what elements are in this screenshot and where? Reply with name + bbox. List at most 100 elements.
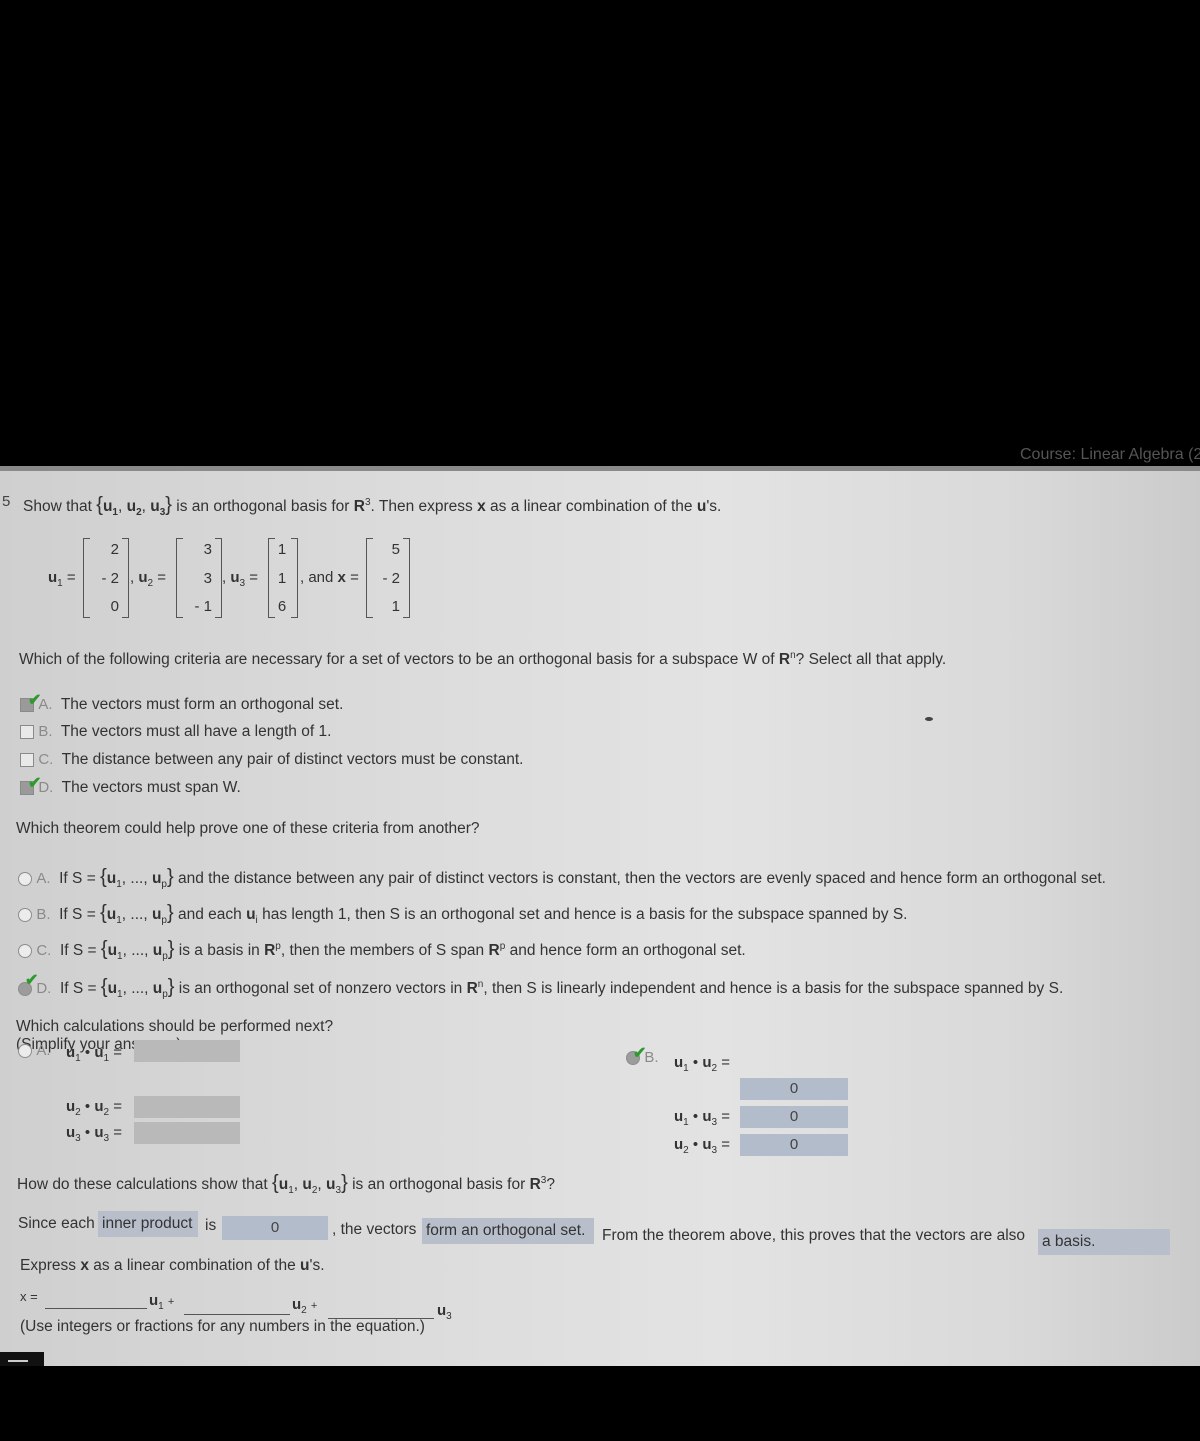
u2-entry: 3 bbox=[203, 541, 212, 558]
set-prefix: If S = bbox=[59, 870, 96, 887]
u1-dot-u2-answer[interactable]: 0 bbox=[740, 1078, 848, 1100]
prompt-text: 's. bbox=[706, 498, 722, 515]
u2-vector: 3 3 - 1 bbox=[176, 538, 222, 618]
radio-c[interactable] bbox=[18, 943, 32, 958]
q2-option-a[interactable]: A. If S = {u1, ..., up} and the distance… bbox=[18, 866, 1106, 890]
u1-entry: 0 bbox=[110, 598, 119, 615]
checkbox-b[interactable] bbox=[20, 724, 34, 739]
option-text: The vectors must form an orthogonal set. bbox=[60, 696, 344, 713]
option-letter: C. bbox=[36, 942, 52, 959]
u3-dot-u3-input[interactable] bbox=[134, 1122, 240, 1144]
x-vector: 5 - 2 1 bbox=[366, 538, 410, 618]
option-letter: C. bbox=[38, 751, 54, 768]
u2-entry: - 1 bbox=[194, 598, 212, 615]
u1-dot-u1-input[interactable] bbox=[134, 1040, 240, 1062]
q2-option-d[interactable]: ✔ D. If S = {u1, ..., up} is an orthogon… bbox=[18, 972, 1064, 1000]
option-text: The vectors must span W. bbox=[61, 779, 241, 796]
q3-option-a[interactable]: A. bbox=[18, 1042, 51, 1060]
q2-question: Which theorem could help prove one of th… bbox=[16, 820, 480, 837]
dot-product-label: u2 • u3 = bbox=[674, 1136, 731, 1156]
option-text: has length 1, then S is an orthogonal se… bbox=[262, 906, 908, 923]
u3-vector: 1 1 6 bbox=[268, 538, 298, 618]
q1-question: Which of the following criteria are nece… bbox=[19, 650, 947, 669]
u2-dot-u2-input[interactable] bbox=[134, 1096, 240, 1118]
check-icon: ✔ bbox=[28, 775, 42, 792]
prompt-text: as a linear combination of the bbox=[490, 498, 693, 515]
set-u2: u2 bbox=[126, 498, 142, 519]
set-u1: u1 bbox=[102, 498, 118, 519]
orthogonal-set-dropdown[interactable]: form an orthogonal set. bbox=[422, 1218, 594, 1244]
checkbox-c[interactable] bbox=[20, 752, 34, 767]
is-text: is bbox=[205, 1217, 217, 1234]
q1-option-d[interactable]: ✔ D. The vectors must span W. bbox=[20, 775, 241, 797]
dot-product-label: u1 • u1 = bbox=[66, 1044, 123, 1064]
q3-question: Which calculations should be performed n… bbox=[16, 1018, 334, 1035]
panel-top-border bbox=[0, 466, 1200, 471]
q1-option-a[interactable]: ✔ A. The vectors must form an orthogonal… bbox=[20, 692, 344, 714]
x-entry: - 2 bbox=[382, 569, 400, 587]
question-prompt: Show that {u1, u2, u3} is an orthogonal … bbox=[23, 494, 722, 519]
coefficient-u1-input[interactable] bbox=[45, 1308, 147, 1309]
dot-product-label: u2 • u2 = bbox=[66, 1098, 123, 1118]
radio-a[interactable] bbox=[18, 871, 32, 886]
dot-product-label: u1 • u3 = bbox=[674, 1108, 731, 1128]
basis-dropdown[interactable]: a basis. bbox=[1038, 1229, 1170, 1255]
u1-term: u1 + bbox=[149, 1292, 175, 1312]
mouse-cursor bbox=[925, 717, 933, 721]
option-letter: B. bbox=[36, 906, 51, 923]
q4-question: How do these calculations show that {u1,… bbox=[17, 1172, 555, 1197]
x-equals-label: x = bbox=[20, 1289, 38, 1304]
q1-option-b[interactable]: B. The vectors must all have a length of… bbox=[20, 723, 331, 741]
set-u3: u3 bbox=[150, 498, 166, 519]
course-title: Course: Linear Algebra (2) bbox=[1020, 446, 1200, 463]
q1-option-c[interactable]: C. The distance between any pair of dist… bbox=[20, 751, 523, 769]
u1-entry: 2 bbox=[110, 541, 119, 558]
inner-product-dropdown[interactable]: inner product bbox=[98, 1211, 198, 1237]
option-text: The vectors must all have a length of 1. bbox=[60, 723, 332, 740]
u3-entry: 6 bbox=[277, 598, 287, 615]
x-symbol: x bbox=[477, 498, 486, 515]
q3-option-b[interactable]: ✔ B. bbox=[626, 1045, 659, 1067]
u3-entry: 1 bbox=[277, 569, 287, 587]
check-icon: ✔ bbox=[28, 692, 42, 709]
option-text: and the distance between any pair of dis… bbox=[177, 870, 1106, 887]
option-text: and each bbox=[177, 906, 242, 923]
from-theorem-text: From the theorem above, this proves that… bbox=[602, 1227, 1026, 1244]
q2-option-c[interactable]: C. If S = {u1, ..., up} is a basis in Rp… bbox=[18, 938, 746, 962]
x-entry: 1 bbox=[391, 598, 400, 615]
option-letter: D. bbox=[36, 980, 52, 997]
question-number: 5 bbox=[2, 493, 11, 510]
q5-hint: (Use integers or fractions for any numbe… bbox=[20, 1318, 425, 1335]
coefficient-u2-input[interactable] bbox=[184, 1314, 290, 1315]
check-icon: ✔ bbox=[25, 972, 39, 989]
u2-dot-u3-answer[interactable]: 0 bbox=[740, 1134, 848, 1156]
set-close-brace: } bbox=[165, 494, 172, 516]
radio-a[interactable] bbox=[18, 1043, 32, 1058]
set-open-brace: { bbox=[96, 494, 103, 516]
x-label: , and x = bbox=[300, 569, 359, 586]
option-text: is a basis in bbox=[178, 942, 260, 959]
option-letter: B. bbox=[38, 723, 53, 740]
brace: { bbox=[100, 866, 107, 888]
u2-term: u2 + bbox=[292, 1296, 318, 1316]
u1-dot-u3-answer[interactable]: 0 bbox=[740, 1106, 848, 1128]
x-entry: 5 bbox=[391, 541, 400, 558]
u3-entry: 1 bbox=[277, 541, 287, 558]
prompt-text: is an orthogonal basis for bbox=[176, 498, 350, 515]
q5-question: Express x as a linear combination of the… bbox=[20, 1257, 325, 1274]
dot-product-label: u3 • u3 = bbox=[66, 1124, 123, 1144]
bottom-black-area bbox=[0, 1366, 1200, 1441]
u1-vector: 2 - 2 0 bbox=[83, 538, 129, 618]
option-text: The distance between any pair of distinc… bbox=[61, 751, 524, 768]
radio-b[interactable] bbox=[18, 907, 32, 922]
bottom-tab[interactable] bbox=[0, 1352, 44, 1366]
inner-product-value-input[interactable]: 0 bbox=[222, 1216, 328, 1240]
u2-entry: 3 bbox=[203, 569, 212, 587]
u-symbol: u bbox=[106, 870, 117, 887]
option-letter: A. bbox=[36, 870, 51, 887]
q2-option-b[interactable]: B. If S = {u1, ..., up} and each ui has … bbox=[18, 902, 908, 926]
u1-label: u1 = bbox=[48, 569, 76, 589]
option-text: , then S is linearly independent and hen… bbox=[483, 980, 1064, 997]
u3-label: , u3 = bbox=[222, 569, 259, 589]
dot-product-label: u1 • u2 = bbox=[674, 1054, 731, 1074]
